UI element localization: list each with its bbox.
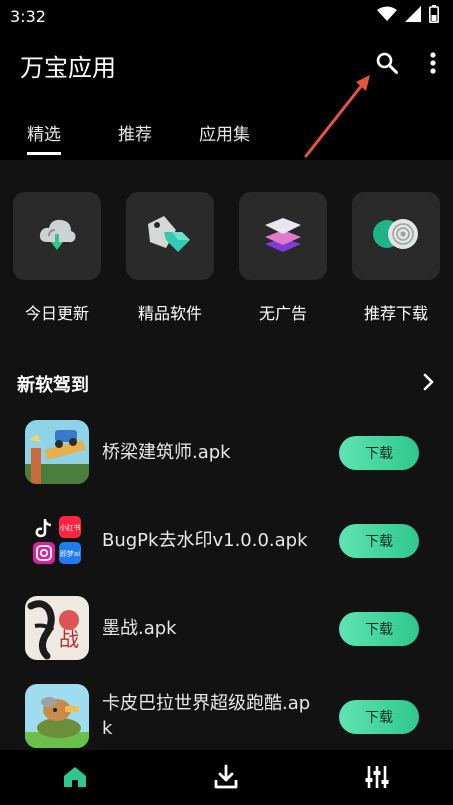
category-label: 今日更新 xyxy=(24,304,89,323)
download-button[interactable]: 下载 xyxy=(339,524,419,558)
tab-active-indicator xyxy=(27,152,61,155)
app-name: 桥梁建筑师.apk xyxy=(102,441,231,463)
search-icon[interactable] xyxy=(375,51,399,79)
target-icon xyxy=(371,216,421,256)
tab-label: 精选 xyxy=(27,125,61,145)
status-time: 3:32 xyxy=(10,6,46,26)
category-card xyxy=(126,192,214,280)
download-button[interactable]: 下载 xyxy=(339,700,419,734)
list-item[interactable]: 战 墨战.apk 下载 xyxy=(25,596,425,660)
tab-label: 应用集 xyxy=(199,125,250,145)
status-bar: 3:32 xyxy=(0,0,453,32)
app-title: 万宝应用 xyxy=(20,53,116,82)
category-recommended-downloads[interactable]: 推荐下载 xyxy=(351,192,441,324)
category-premium-software[interactable]: 精品软件 xyxy=(125,192,215,324)
category-no-ads[interactable]: 无广告 xyxy=(238,192,328,324)
status-icons xyxy=(377,5,439,27)
category-card xyxy=(352,192,440,280)
battery-icon xyxy=(429,5,439,27)
nav-home[interactable] xyxy=(60,764,90,794)
nav-settings[interactable] xyxy=(362,764,392,794)
nav-downloads[interactable] xyxy=(211,764,241,794)
jimeng-label: 即梦ai xyxy=(60,550,80,558)
chevron-right-icon[interactable] xyxy=(423,373,435,395)
list-item[interactable]: 卡皮巴拉世界超级跑酷.apk 下载 xyxy=(25,684,425,748)
app-icon-bugpk: 小红书 即梦ai xyxy=(25,508,89,572)
list-item[interactable]: 小红书 即梦ai BugPk去水印v1.0.0.apk 下载 xyxy=(25,508,425,572)
wifi-icon xyxy=(377,6,397,26)
download-icon xyxy=(213,764,239,794)
list-item[interactable]: 桥梁建筑师.apk 下载 xyxy=(25,420,425,484)
more-options-icon[interactable] xyxy=(429,51,437,79)
app-name: BugPk去水印v1.0.0.apk xyxy=(102,529,308,551)
download-button[interactable]: 下载 xyxy=(339,612,419,646)
category-card xyxy=(239,192,327,280)
category-label: 无广告 xyxy=(258,304,307,323)
gem-tag-icon xyxy=(142,212,198,260)
download-button[interactable]: 下载 xyxy=(339,436,419,470)
app-icon-bridge-builder xyxy=(25,420,89,484)
app-icon-mozhan: 战 xyxy=(25,596,89,660)
category-label: 精品软件 xyxy=(137,304,202,323)
cloud-download-icon xyxy=(35,212,79,260)
app-name: 墨战.apk xyxy=(102,617,177,639)
tab-app-collections[interactable]: 应用集 xyxy=(199,110,250,155)
sliders-icon xyxy=(365,764,389,794)
bottom-navigation xyxy=(0,750,453,805)
app-icon-capybara-world xyxy=(25,684,89,748)
tab-featured[interactable]: 精选 xyxy=(27,110,61,155)
app-bar: 万宝应用 xyxy=(0,32,453,98)
app-name: 卡皮巴拉世界超级跑酷.apk xyxy=(102,693,311,739)
tab-bar: 精选 推荐 应用集 xyxy=(0,110,453,160)
section-header-new-apps[interactable]: 新软驾到 xyxy=(17,370,435,398)
section-title: 新软驾到 xyxy=(17,375,89,396)
xiaohongshu-label: 小红书 xyxy=(60,523,81,532)
moz-icon-character: 战 xyxy=(59,627,79,651)
category-grid: 今日更新 精品软件 无广告 推荐下载 xyxy=(0,192,453,332)
category-today-updates[interactable]: 今日更新 xyxy=(12,192,102,324)
home-icon xyxy=(62,765,88,793)
signal-icon xyxy=(405,6,421,26)
category-label: 推荐下载 xyxy=(363,304,428,323)
tab-label: 推荐 xyxy=(118,125,152,145)
tab-recommended[interactable]: 推荐 xyxy=(118,110,152,155)
category-card xyxy=(13,192,101,280)
layers-icon xyxy=(261,212,305,260)
